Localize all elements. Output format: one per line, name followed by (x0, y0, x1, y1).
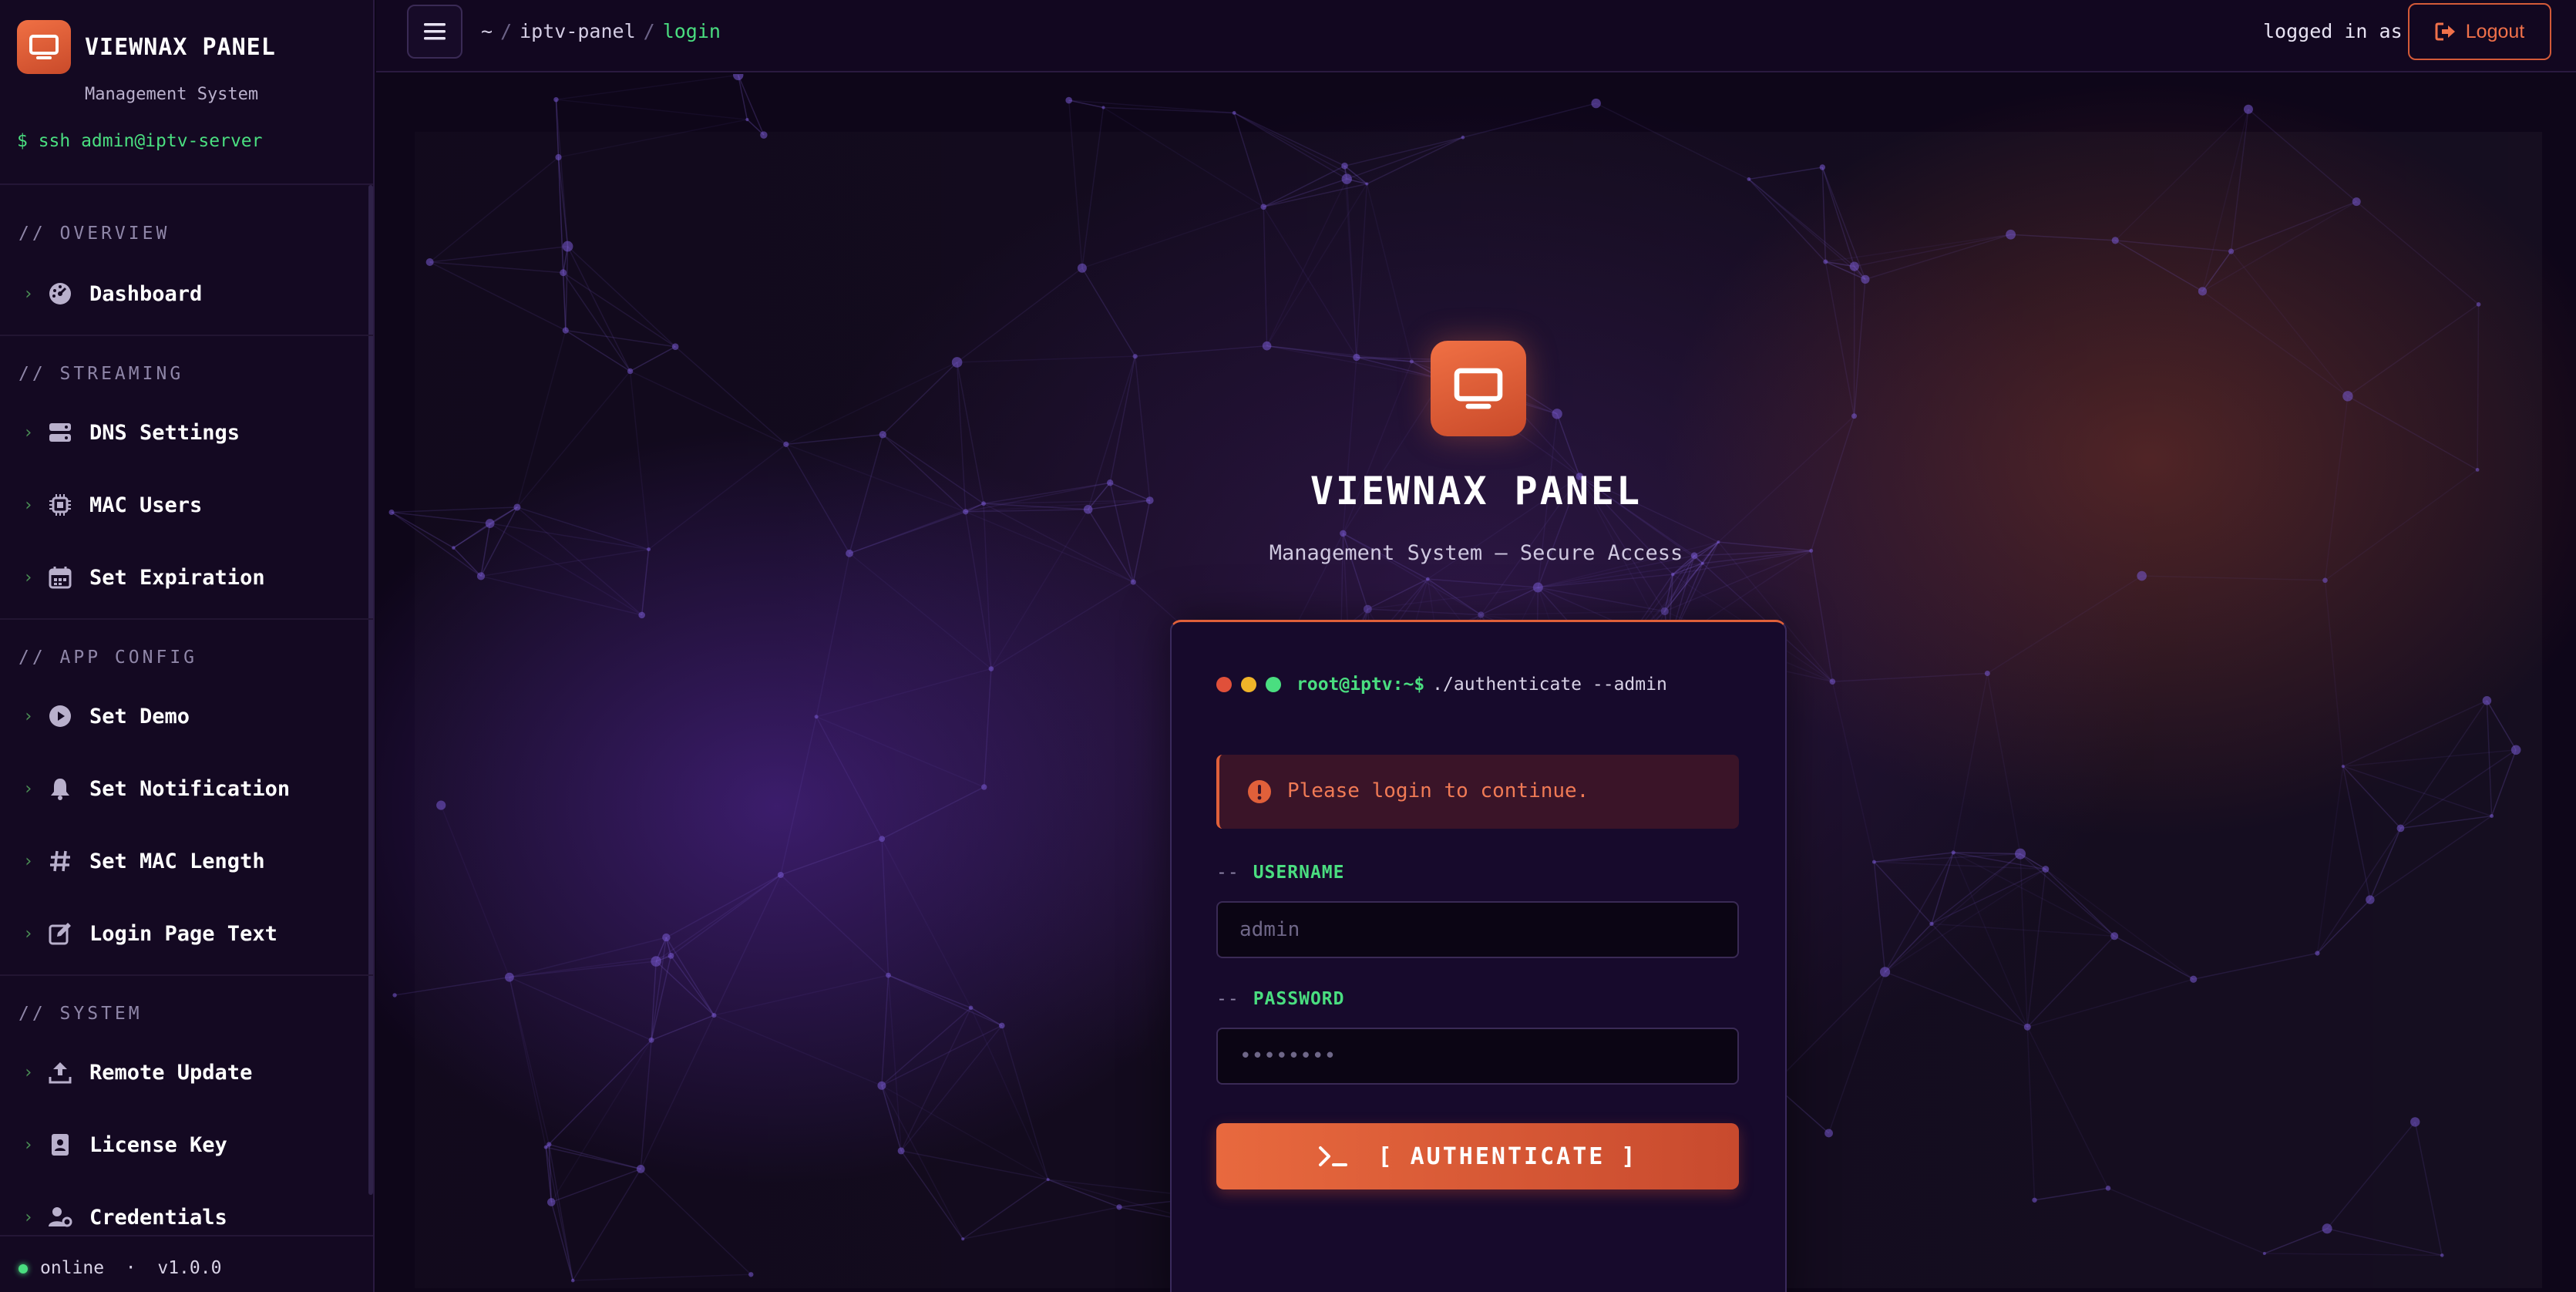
section-title-app-config: // APP CONFIG (18, 648, 198, 668)
chevron-right-icon: › (23, 1207, 34, 1227)
sidebar-item-label: Set Expiration (89, 565, 265, 590)
chip-icon (48, 493, 72, 517)
alert-message: Please login to continue. (1287, 779, 1589, 802)
window-dot-yellow (1241, 677, 1256, 692)
sidebar-item-label: Credentials (89, 1205, 227, 1230)
sidebar-item-login-page-text[interactable]: › Login Page Text (0, 907, 367, 961)
calendar-icon (48, 565, 72, 590)
window-dot-green (1266, 677, 1281, 692)
id-badge-icon (48, 1132, 72, 1157)
chevron-right-icon: › (23, 924, 34, 944)
section-title-streaming: // STREAMING (18, 364, 184, 384)
sidebar-item-label: DNS Settings (89, 420, 240, 445)
hamburger-icon (424, 23, 446, 40)
sidebar-item-dns-settings[interactable]: › DNS Settings (0, 405, 367, 459)
sidebar-item-label: Set MAC Length (89, 849, 265, 873)
chevron-right-icon: › (23, 495, 34, 515)
sidebar: VIEWNAX PANEL Management System $ ssh ad… (0, 0, 375, 1292)
sidebar-item-license-key[interactable]: › License Key (0, 1118, 367, 1172)
sidebar-item-set-notification[interactable]: › Set Notification (0, 762, 367, 816)
sidebar-item-remote-update[interactable]: › Remote Update (0, 1045, 367, 1099)
breadcrumb: ~ / iptv-panel / login (481, 20, 721, 42)
play-circle-icon (48, 704, 72, 728)
chevron-right-icon: › (23, 284, 34, 304)
monitor-icon (1431, 341, 1526, 436)
chevron-right-icon: › (23, 422, 34, 442)
brand-title: VIEWNAX PANEL (85, 34, 276, 61)
username-input[interactable] (1216, 901, 1739, 958)
sidebar-item-label: Dashboard (89, 281, 203, 306)
sidebar-item-label: Remote Update (89, 1060, 253, 1085)
login-card: root@iptv:~$ ./authenticate --admin Plea… (1170, 620, 1787, 1292)
sidebar-item-set-mac-length[interactable]: › Set MAC Length (0, 834, 367, 888)
logout-button[interactable]: Logout (2408, 3, 2551, 60)
menu-toggle-button[interactable] (407, 5, 462, 59)
username-label: -- USERNAME (1216, 863, 1345, 883)
logout-label: Logout (2465, 20, 2525, 42)
sidebar-item-dashboard[interactable]: › Dashboard (0, 267, 367, 321)
sign-out-icon (2435, 22, 2455, 41)
chevron-right-icon: › (23, 779, 34, 799)
sidebar-item-set-demo[interactable]: › Set Demo (0, 689, 367, 743)
topbar: ~ / iptv-panel / login logged in as Logout (376, 0, 2576, 72)
server-icon (48, 420, 72, 445)
authenticate-button[interactable]: [ AUTHENTICATE ] (1216, 1123, 1739, 1189)
chevron-right-icon: › (23, 1135, 34, 1155)
sidebar-item-label: Set Demo (89, 704, 190, 728)
section-divider (0, 974, 373, 976)
breadcrumb-iptv-panel[interactable]: iptv-panel (520, 20, 636, 42)
chevron-right-icon: › (23, 1062, 34, 1082)
breadcrumb-current: login (662, 20, 721, 42)
sidebar-footer: online · v1.0.0 (0, 1235, 373, 1292)
chevron-right-icon: › (23, 706, 34, 726)
monitor-icon (17, 20, 71, 74)
sidebar-item-set-expiration[interactable]: › Set Expiration (0, 550, 367, 604)
gauge-icon (48, 281, 72, 306)
terminal-prompt: root@iptv:~$ (1296, 675, 1425, 695)
authenticate-label: [ AUTHENTICATE ] (1377, 1142, 1638, 1170)
terminal-command: ./authenticate --admin (1432, 675, 1667, 695)
chevron-right-icon: › (23, 567, 34, 587)
sidebar-item-label: License Key (89, 1132, 227, 1157)
page-title: VIEWNAX PANEL (1310, 469, 1643, 513)
terminal-header: root@iptv:~$ ./authenticate --admin (1216, 673, 1667, 696)
logged-in-text: logged in as (2263, 20, 2403, 42)
breadcrumb-home[interactable]: ~ (481, 20, 493, 42)
upload-icon (48, 1060, 72, 1085)
window-dot-red (1216, 677, 1232, 692)
edit-icon (48, 921, 72, 946)
section-title-system: // SYSTEM (18, 1004, 143, 1024)
password-label: -- PASSWORD (1216, 989, 1345, 1009)
section-title-overview: // OVERVIEW (18, 224, 170, 244)
alert-circle-icon (1247, 779, 1272, 807)
ssh-command: $ ssh admin@iptv-server (17, 131, 263, 151)
sidebar-item-label: Set Notification (89, 776, 291, 801)
section-divider (0, 618, 373, 620)
chevron-right-icon: › (23, 851, 34, 871)
user-gear-icon (48, 1205, 72, 1230)
sidebar-item-mac-users[interactable]: › MAC Users (0, 478, 367, 532)
terminal-icon (1318, 1145, 1349, 1168)
divider (0, 183, 373, 185)
bell-icon (48, 776, 72, 801)
status-text: online · v1.0.0 (40, 1258, 222, 1278)
sidebar-item-label: Login Page Text (89, 921, 277, 946)
password-input[interactable] (1216, 1028, 1739, 1085)
login-alert: Please login to continue. (1216, 755, 1739, 829)
sidebar-scrollbar[interactable] (368, 185, 373, 1195)
page-subtitle: Management System — Secure Access (1269, 541, 1683, 565)
status-dot (18, 1264, 28, 1273)
sidebar-item-label: MAC Users (89, 493, 203, 517)
section-divider (0, 335, 373, 336)
main-content: VIEWNAX PANEL Management System — Secure… (376, 74, 2576, 1292)
hash-icon (48, 849, 72, 873)
brand-subtitle: Management System (85, 85, 259, 104)
